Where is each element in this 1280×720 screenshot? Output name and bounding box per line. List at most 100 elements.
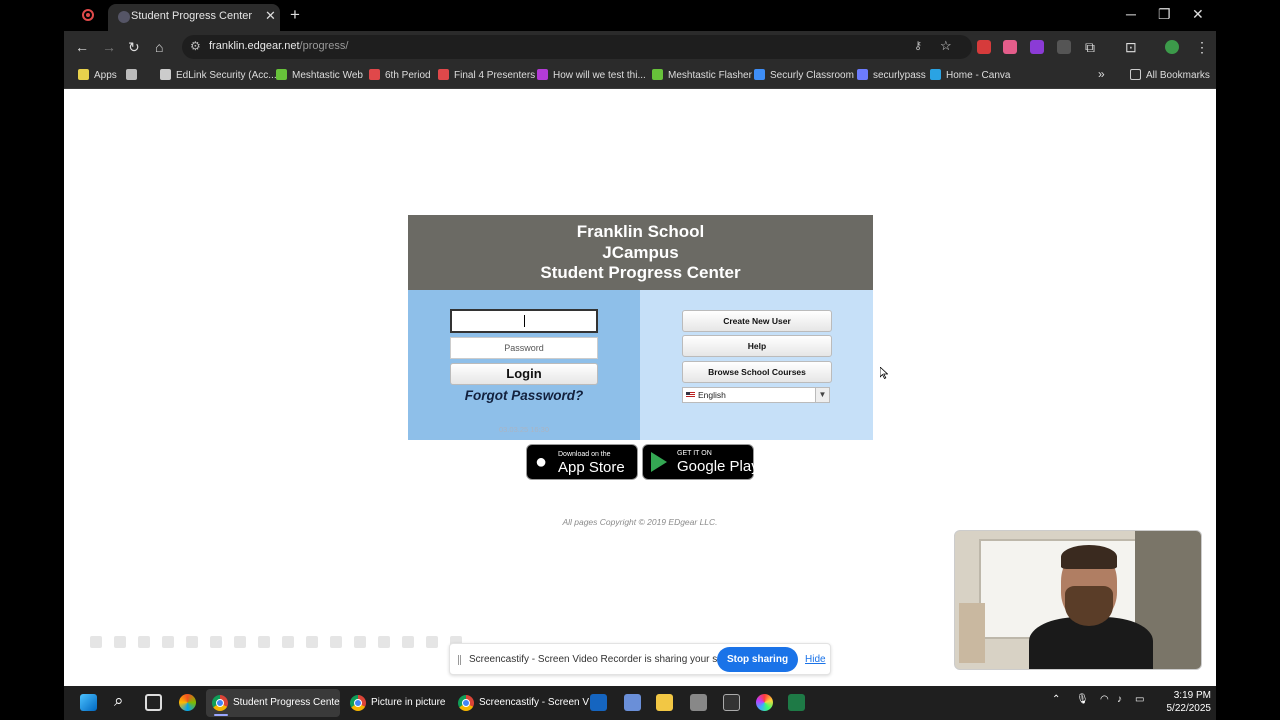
taskbar-app-screencastify[interactable]: Screencastify - Screen V — [452, 689, 589, 717]
bookmark-label: securlypass — [873, 70, 926, 81]
app-icon[interactable] — [624, 694, 641, 711]
language-select[interactable]: English ▼ — [682, 387, 830, 403]
browse-school-courses-button[interactable]: Browse School Courses — [682, 361, 832, 383]
taskbar-app-student-progress[interactable]: Student Progress Cente — [206, 689, 340, 717]
bookmark-item[interactable]: Securly Classroom — [754, 69, 854, 81]
close-tab-icon[interactable]: ✕ — [265, 8, 276, 24]
username-input[interactable] — [450, 309, 598, 333]
clock-date: 5/22/2025 — [1166, 703, 1212, 714]
tab-student-progress-center[interactable]: Student Progress Center ✕ — [108, 4, 280, 31]
bookmark-star-icon[interactable]: ☆ — [940, 38, 952, 54]
system-clock[interactable]: 3:19 PM 5/22/2025 — [1151, 689, 1212, 715]
webcam-background — [959, 603, 985, 663]
app-icon[interactable] — [723, 694, 740, 711]
chevron-up-icon[interactable]: ⌃ — [1052, 694, 1060, 705]
all-bookmarks[interactable]: All Bookmarks — [1130, 69, 1210, 81]
color-app-icon[interactable] — [756, 694, 773, 711]
forgot-password-link[interactable]: Forgot Password? — [408, 388, 640, 403]
volume-icon[interactable]: ♪ — [1117, 694, 1122, 705]
bookmark-label: How will we test thi... — [553, 70, 646, 81]
password-key-icon[interactable]: ⚷ — [914, 39, 922, 52]
wifi-icon[interactable]: ◠ — [1100, 694, 1109, 705]
home-icon[interactable]: ⌂ — [155, 38, 163, 56]
app-icon[interactable] — [690, 694, 707, 711]
globe-icon — [118, 11, 130, 23]
bookmark-label: EdLink Security (Acc... — [176, 70, 277, 81]
center-name: Student Progress Center — [540, 263, 741, 282]
extension-icon[interactable] — [1057, 40, 1071, 54]
bookmark-icon — [78, 69, 89, 80]
bookmark-icon — [276, 69, 287, 80]
bookmark-item[interactable]: How will we test thi... — [537, 69, 646, 81]
webcam-picture-in-picture[interactable] — [954, 530, 1202, 670]
toolbar-icon — [402, 636, 414, 648]
bookmark-item[interactable]: Home - Canva — [930, 69, 1010, 81]
bookmark-item[interactable] — [126, 69, 142, 81]
toolbar-icon — [162, 636, 174, 648]
bookmark-label: Securly Classroom — [770, 70, 854, 81]
toolbar-icon — [210, 636, 222, 648]
bookmark-item[interactable]: securlypass — [857, 69, 926, 81]
kami-extension-icon[interactable] — [1030, 40, 1044, 54]
bookmark-item[interactable]: EdLink Security (Acc... — [160, 69, 277, 81]
system-name: JCampus — [602, 242, 679, 262]
folder-icon — [1130, 69, 1141, 80]
windows-start-icon[interactable] — [80, 694, 97, 711]
screen-search-icon[interactable]: ⊡ — [1125, 38, 1137, 56]
microphone-icon[interactable]: 🎙 — [1076, 694, 1089, 705]
close-window-icon[interactable]: ✕ — [1192, 6, 1204, 23]
address-bar[interactable]: ⚙ franklin.edgear.net/progress/ ⚷ ☆ — [182, 35, 972, 59]
forward-icon[interactable]: → — [102, 38, 116, 56]
puzzle-icon[interactable]: ⧉ — [1085, 38, 1095, 56]
bookmark-label: 6th Period — [385, 70, 431, 81]
taskbar-app-picture-in-picture[interactable]: Picture in picture — [344, 689, 445, 717]
more-bookmarks-icon[interactable]: » — [1098, 67, 1105, 81]
bookmark-item[interactable]: 6th Period — [369, 69, 431, 81]
help-button[interactable]: Help — [682, 335, 832, 357]
publisher-icon[interactable] — [788, 694, 805, 711]
bookmark-label: Meshtastic Flasher — [668, 70, 752, 81]
bookmark-item[interactable]: Final 4 Presenters — [438, 69, 535, 81]
restore-icon[interactable]: ❐ — [1158, 6, 1171, 23]
password-field[interactable] — [450, 337, 598, 359]
google-play-small-text: GET IT ON — [677, 450, 712, 457]
chrome-icon — [212, 695, 228, 711]
reload-icon[interactable]: ↻ — [128, 38, 140, 56]
back-icon[interactable]: ← — [75, 38, 89, 56]
drag-handle-icon[interactable] — [458, 655, 461, 665]
create-new-user-button[interactable]: Create New User — [682, 310, 832, 332]
language-selected: English — [698, 390, 726, 400]
toolbar-icon — [114, 636, 126, 648]
search-icon[interactable]: ⌕ — [114, 691, 124, 711]
app-store-big-text: App Store — [558, 459, 625, 476]
login-button[interactable]: Login — [450, 363, 598, 385]
file-explorer-icon[interactable] — [656, 694, 673, 711]
screencastify-extension-icon[interactable] — [1003, 40, 1017, 54]
toolbar-icon — [90, 636, 102, 648]
webcam-person — [1061, 545, 1117, 569]
new-tab-icon[interactable]: + — [290, 5, 300, 25]
google-play-badge[interactable]: GET IT ON Google Play — [642, 444, 759, 480]
stop-sharing-button[interactable]: Stop sharing — [717, 647, 798, 672]
bookmark-icon — [537, 69, 548, 80]
menu-icon[interactable]: ⋮ — [1195, 38, 1209, 56]
dell-icon[interactable] — [590, 694, 607, 711]
chevron-down-icon[interactable]: ▼ — [815, 388, 829, 402]
bookmark-icon — [857, 69, 868, 80]
profile-avatar[interactable] — [1165, 40, 1179, 54]
copilot-icon[interactable] — [179, 694, 196, 711]
hide-link[interactable]: Hide — [805, 654, 826, 665]
toolbar-icon — [258, 636, 270, 648]
adblock-extension-icon[interactable] — [977, 40, 991, 54]
password-input[interactable] — [451, 338, 597, 358]
bookmark-icon — [369, 69, 380, 80]
battery-icon[interactable]: ▭ — [1135, 694, 1144, 705]
bookmark-item[interactable]: Meshtastic Flasher — [652, 69, 752, 81]
site-info-icon[interactable]: ⚙ — [190, 39, 201, 53]
minimize-icon[interactable]: ─ — [1126, 6, 1136, 22]
bookmark-item[interactable]: Apps — [78, 69, 117, 81]
bookmark-icon — [126, 69, 137, 80]
bookmark-item[interactable]: Meshtastic Web — [276, 69, 363, 81]
app-store-badge[interactable]: ● Download on the App Store — [526, 444, 638, 480]
task-view-icon[interactable] — [145, 694, 162, 711]
